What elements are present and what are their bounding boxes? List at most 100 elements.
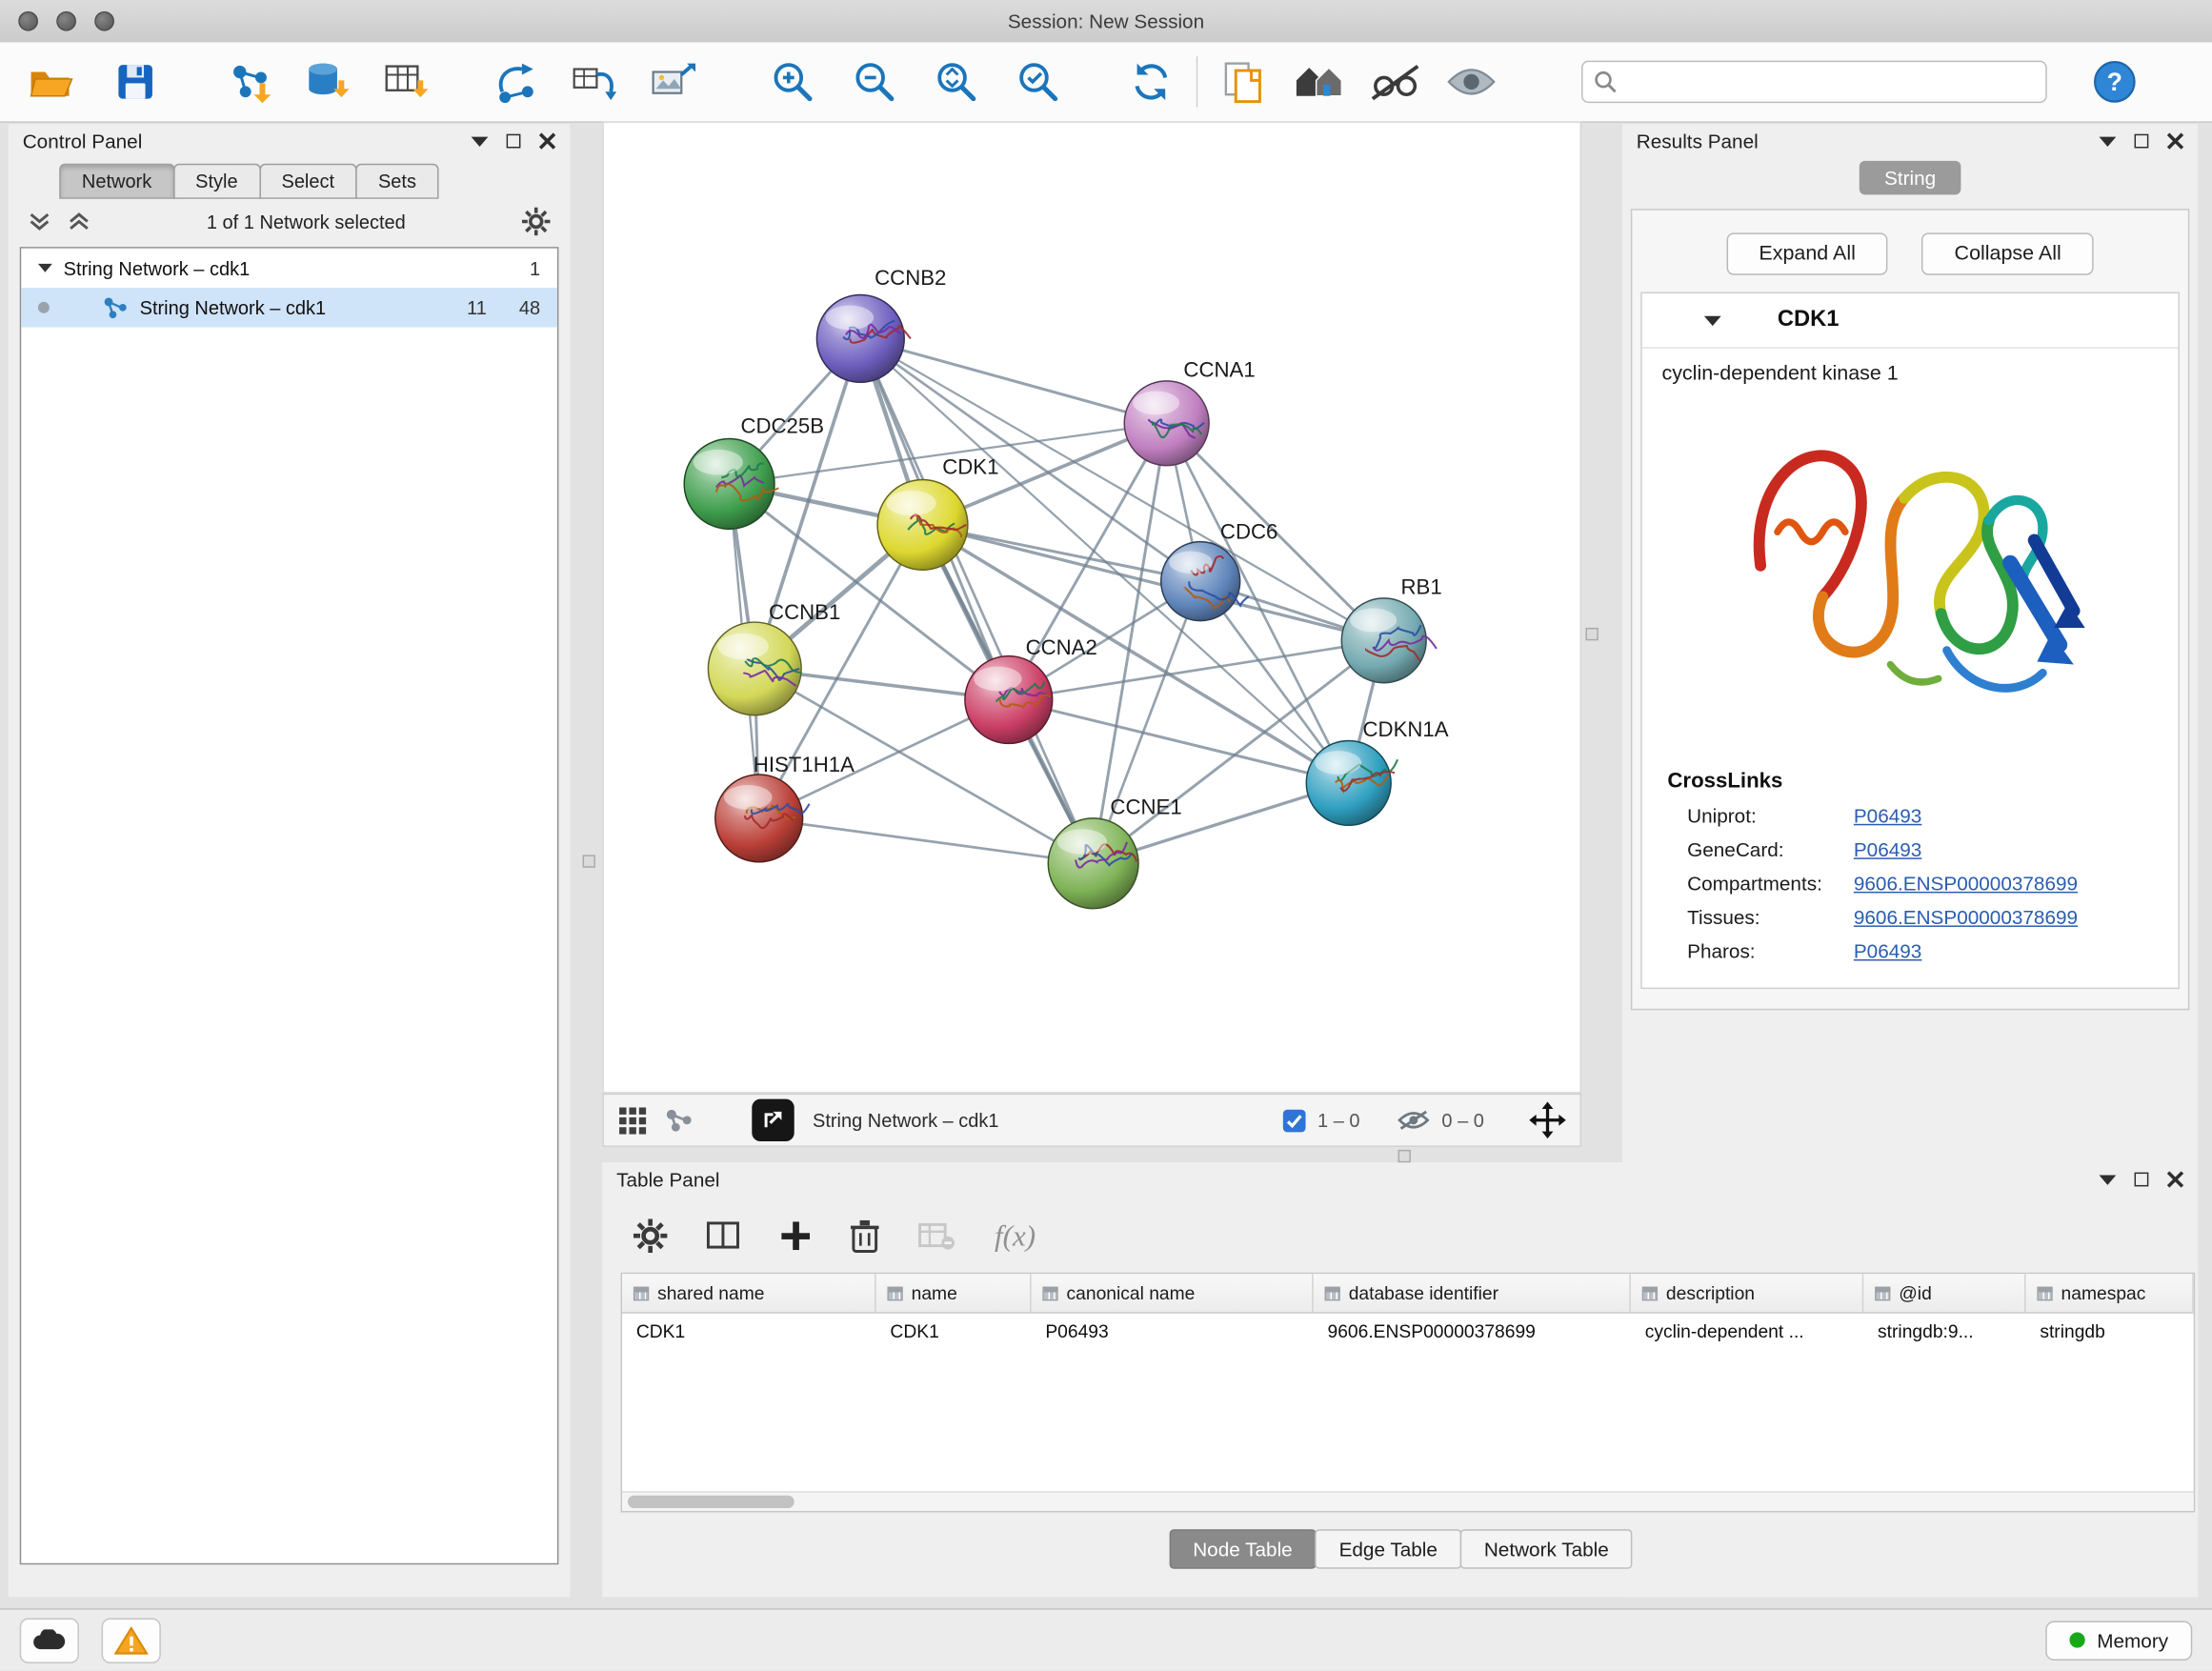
network-node-CDKN1A[interactable]: CDKN1A (1306, 717, 1448, 825)
new-network-button[interactable] (485, 50, 547, 112)
gene-section-header[interactable]: CDK1 (1642, 293, 2179, 349)
network-node-CDC25B[interactable]: CDC25B (684, 414, 824, 530)
help-button[interactable]: ? (2083, 50, 2145, 112)
zoom-fit-button[interactable] (925, 50, 987, 112)
copy-clipboard-button[interactable] (1212, 50, 1274, 112)
network-node-CCNB2[interactable]: CCNB2 (816, 266, 946, 382)
table-row[interactable]: CDK1CDK1P064939606.ENSP00000378699cyclin… (622, 1314, 2194, 1352)
crosslink-value-link[interactable]: 9606.ENSP00000378699 (1854, 872, 2078, 895)
network-node-HIST1H1A[interactable]: HIST1H1A (715, 753, 855, 862)
open-session-button[interactable] (20, 50, 82, 112)
edge-CCNB2-CCNE1[interactable] (860, 338, 1093, 863)
results-panel-title: Results Panel (1637, 130, 1759, 152)
expand-all-tree-icon[interactable] (68, 211, 90, 232)
gene-disclosure-icon[interactable] (1704, 315, 1721, 325)
network-view-title: String Network – cdk1 (813, 1110, 999, 1131)
import-network-file-button[interactable] (217, 50, 279, 112)
column-header-shared-name[interactable]: shared name (622, 1274, 876, 1312)
close-panel-icon[interactable] (539, 132, 556, 150)
edge-CDK1-RB1[interactable] (922, 525, 1383, 640)
network-glyph-icon[interactable] (664, 1107, 693, 1133)
crosslink-value-link[interactable]: 9606.ENSP00000378699 (1854, 906, 2078, 929)
tab-select[interactable]: Select (259, 164, 357, 199)
column-header-namespac[interactable]: namespac (2026, 1274, 2194, 1312)
maximize-window-icon[interactable] (94, 11, 114, 31)
column-header-canonical-name[interactable]: canonical name (1032, 1274, 1314, 1312)
node-label: CCNB2 (875, 266, 946, 290)
glasses-slash-icon (1370, 61, 1420, 103)
tab-network-table[interactable]: Network Table (1460, 1529, 1633, 1568)
expand-all-button[interactable]: Expand All (1726, 232, 1888, 274)
search-input[interactable] (1625, 70, 2034, 93)
zoom-out-button[interactable] (844, 50, 906, 112)
open-in-new-window-button[interactable] (752, 1099, 794, 1141)
crosslink-value-link[interactable]: P06493 (1854, 939, 1921, 962)
network-node-RB1[interactable]: RB1 (1341, 574, 1441, 682)
hscroll-thumb[interactable] (628, 1496, 794, 1508)
close-window-icon[interactable] (18, 11, 38, 31)
column-header-description[interactable]: description (1631, 1274, 1863, 1312)
memory-button[interactable]: Memory (2046, 1621, 2192, 1660)
network-collection-row[interactable]: String Network – cdk1 1 (21, 249, 557, 288)
table-menu-icon[interactable] (2100, 1175, 2117, 1184)
warnings-button[interactable] (102, 1618, 161, 1662)
table-hscrollbar[interactable] (622, 1491, 2194, 1511)
tab-edge-table[interactable]: Edge Table (1315, 1529, 1461, 1568)
function-builder-button[interactable]: f(x) (995, 1218, 1036, 1254)
network-canvas[interactable]: CCNB2CCNA1CDC25BCDK1CDC6RB1CCNB1CCNA2CDK… (604, 123, 1580, 1092)
network-node-CCNA1[interactable]: CCNA1 (1124, 357, 1255, 465)
cloud-button[interactable] (20, 1618, 79, 1662)
network-from-table-button[interactable] (564, 50, 626, 112)
save-session-button[interactable] (105, 50, 167, 112)
tab-network[interactable]: Network (59, 164, 174, 199)
refresh-icon (1129, 59, 1174, 104)
table-settings-gear-icon[interactable] (633, 1218, 668, 1253)
collection-disclosure-icon[interactable] (38, 264, 52, 272)
tab-style[interactable]: Style (172, 164, 260, 199)
tab-sets[interactable]: Sets (355, 164, 438, 199)
float-table-icon[interactable] (2135, 1173, 2149, 1187)
import-table-button[interactable] (375, 50, 437, 112)
panel-menu-icon[interactable] (472, 136, 489, 146)
splitter-handle[interactable] (1398, 1150, 1411, 1162)
selected-checkbox-icon[interactable] (1282, 1108, 1306, 1132)
refresh-button[interactable] (1120, 50, 1182, 112)
zoom-in-button[interactable] (762, 50, 824, 112)
tab-string[interactable]: String (1859, 161, 1961, 195)
birds-eye-grid-icon[interactable] (618, 1106, 647, 1135)
delete-column-trash-icon[interactable] (851, 1218, 879, 1253)
hidden-eye-slash-icon[interactable] (1397, 1109, 1431, 1132)
network-node-CCNB1[interactable]: CCNB1 (708, 600, 840, 715)
export-image-button[interactable] (643, 50, 705, 112)
network-row[interactable]: String Network – cdk1 11 48 (21, 288, 557, 327)
show-all-button[interactable] (1440, 50, 1502, 112)
float-results-icon[interactable] (2135, 134, 2149, 149)
edge-HIST1H1A-CCNE1[interactable] (759, 818, 1094, 863)
pan-move-icon[interactable] (1529, 1102, 1566, 1139)
tab-node-table[interactable]: Node Table (1169, 1529, 1317, 1568)
import-network-database-button[interactable] (296, 50, 358, 112)
zoom-selected-button[interactable] (1007, 50, 1069, 112)
column-header-database-identifier[interactable]: database identifier (1314, 1274, 1631, 1312)
crosslink-value-link[interactable]: P06493 (1854, 838, 1921, 861)
crosslink-value-link[interactable]: P06493 (1854, 804, 1921, 827)
network-node-CDK1[interactable]: CDK1 (877, 455, 998, 571)
splitter-handle[interactable] (583, 855, 595, 867)
column-header-name[interactable]: name (876, 1274, 1032, 1312)
collapse-all-tree-icon[interactable] (29, 211, 51, 232)
network-options-gear-icon[interactable] (522, 208, 551, 236)
show-columns-icon[interactable] (707, 1220, 741, 1252)
network-view[interactable]: CCNB2CCNA1CDC25BCDK1CDC6RB1CCNB1CCNA2CDK… (602, 121, 1581, 1093)
collapse-all-button[interactable]: Collapse All (1921, 232, 2093, 274)
close-results-icon[interactable] (2167, 132, 2184, 150)
hide-selected-button[interactable] (1364, 50, 1426, 112)
results-menu-icon[interactable] (2100, 136, 2117, 146)
minimize-window-icon[interactable] (56, 11, 76, 31)
close-table-icon[interactable] (2167, 1171, 2184, 1188)
column-header-@id[interactable]: @id (1863, 1274, 2025, 1312)
gene-description: cyclin-dependent kinase 1 (1642, 349, 2179, 388)
first-neighbors-button[interactable] (1288, 50, 1350, 112)
add-column-icon[interactable] (780, 1220, 812, 1252)
splitter-handle[interactable] (1585, 628, 1598, 640)
float-panel-icon[interactable] (507, 134, 521, 149)
